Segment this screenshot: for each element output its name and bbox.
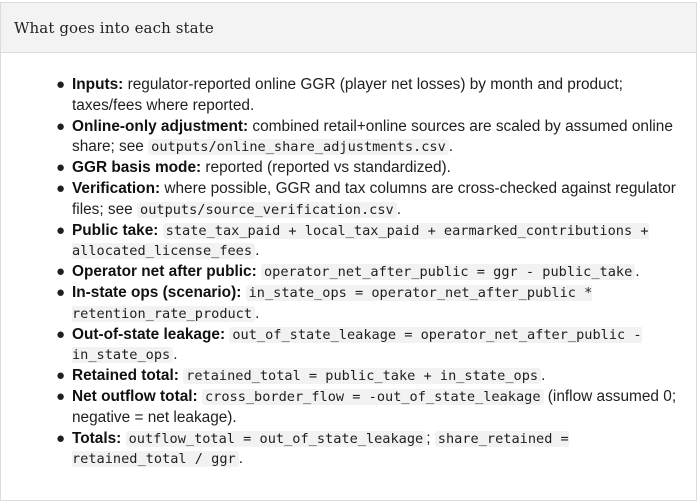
bullet-icon: ●	[56, 367, 66, 385]
bullet-icon: ●	[56, 325, 66, 343]
bullet-icon: ●	[56, 117, 66, 135]
list-item-operator-net-after-public: ● Operator net after public: operator_net…	[56, 262, 684, 283]
list-item-retained-total: ● Retained total: retained_total = public…	[56, 366, 684, 387]
item-label: Inputs:	[72, 76, 124, 93]
panel-content: ● Inputs: regulator-reported online GGR (…	[1, 53, 696, 470]
list-item-ggr-basis-mode: ● GGR basis mode: reported (reported vs s…	[56, 158, 684, 179]
item-label: Operator net after public:	[72, 263, 257, 281]
bullet-icon: ●	[56, 76, 66, 93]
list-item-net-outflow-total: ● Net outflow total: cross_border_flow = …	[56, 387, 684, 429]
list-item-totals: ● Totals: outflow_total = out_of_state_le…	[56, 429, 684, 471]
item-label: Retained total:	[72, 367, 179, 385]
bullet-icon: ●	[56, 159, 66, 177]
item-text	[121, 430, 125, 447]
formula-code: cross_border_flow = -out_of_state_leakag…	[201, 388, 544, 405]
item-text: regulator-reported online GGR (player ne…	[72, 76, 623, 114]
bullet-icon: ●	[56, 263, 66, 281]
list-item-verification: ● Verification: where possible, GGR and t…	[56, 179, 684, 221]
item-label: Online-only adjustment:	[72, 117, 249, 135]
item-text: .	[238, 450, 243, 468]
bullet-icon: ●	[56, 429, 66, 447]
file-path-code: outputs/source_verification.csv	[137, 201, 397, 218]
formula-code: retained_total = public_take + in_state_…	[183, 368, 542, 385]
item-label: Public take:	[72, 221, 159, 239]
file-path-code: outputs/online_share_adjustments.csv	[148, 139, 449, 156]
item-label: Totals:	[72, 429, 122, 447]
panel-header: What goes into each state	[1, 3, 696, 53]
item-label: Net outflow total:	[72, 387, 198, 405]
item-text: ;	[426, 429, 435, 447]
list-item-online-only-adjustment: ● Online-only adjustment: combined retail…	[56, 117, 684, 159]
item-text: .	[255, 304, 260, 322]
panel-title: What goes into each state	[14, 18, 214, 37]
list-item-inputs: ● Inputs: regulator-reported online GGR (…	[56, 75, 684, 117]
item-text: .	[255, 242, 260, 260]
item-label: In-state ops (scenario):	[72, 283, 242, 301]
item-text: .	[173, 346, 178, 364]
item-text: .	[448, 138, 454, 156]
list-item-public-take: ● Public take: state_tax_paid + local_tax…	[56, 221, 684, 263]
bullet-icon: ●	[56, 179, 66, 197]
bullet-icon: ●	[56, 387, 66, 405]
item-text: .	[635, 263, 640, 281]
list-item-in-state-ops: ● In-state ops (scenario): in_state_ops =…	[56, 283, 684, 325]
item-label: GGR basis mode:	[72, 159, 202, 177]
state-inputs-panel: What goes into each state ● Inputs: regul…	[0, 2, 697, 501]
item-text: .	[396, 200, 402, 218]
item-text: reported (reported vs standardized).	[201, 159, 451, 177]
item-text: .	[541, 367, 546, 385]
bullet-icon: ●	[56, 221, 66, 239]
bullet-icon: ●	[56, 283, 66, 301]
item-label: Out-of-state leakage:	[72, 325, 226, 343]
item-label: Verification:	[72, 179, 161, 197]
list-item-out-of-state-leakage: ● Out-of-state leakage: out_of_state_leak…	[56, 325, 684, 367]
formula-code: operator_net_after_public = ggr - public…	[261, 264, 636, 281]
item-text	[241, 284, 245, 301]
state-definitions-list: ● Inputs: regulator-reported online GGR (…	[1, 75, 684, 470]
formula-code: outflow_total = out_of_state_leakage	[125, 430, 427, 447]
